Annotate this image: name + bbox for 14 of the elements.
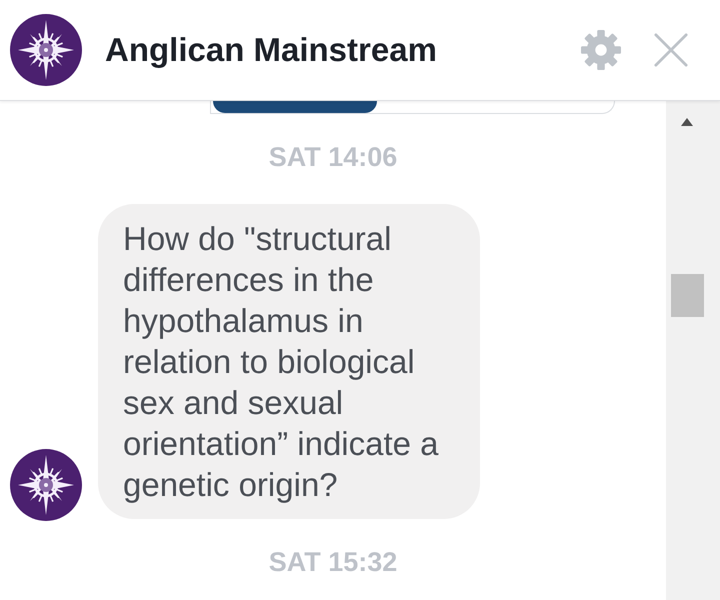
close-button[interactable]	[652, 31, 690, 69]
scroll-up-arrow-icon[interactable]	[681, 118, 693, 126]
message-bubble: How do "structural differences in the hypothalamus in relation to biological sex and sexual orientation” indicate a genetic origin?	[98, 204, 480, 519]
chat-title: Anglican Mainstream	[105, 30, 438, 70]
avatar-icon	[10, 449, 82, 521]
card-button-edge[interactable]	[213, 101, 377, 113]
settings-button[interactable]	[580, 29, 622, 71]
timestamp: SAT 14:06	[268, 141, 398, 173]
scrollbar-thumb[interactable]	[670, 274, 704, 317]
settings-icon	[581, 30, 621, 70]
timestamp: SAT 15:32	[268, 546, 398, 578]
scrollbar-track[interactable]	[666, 101, 720, 600]
avatar-icon	[10, 14, 82, 86]
close-icon	[654, 33, 688, 67]
